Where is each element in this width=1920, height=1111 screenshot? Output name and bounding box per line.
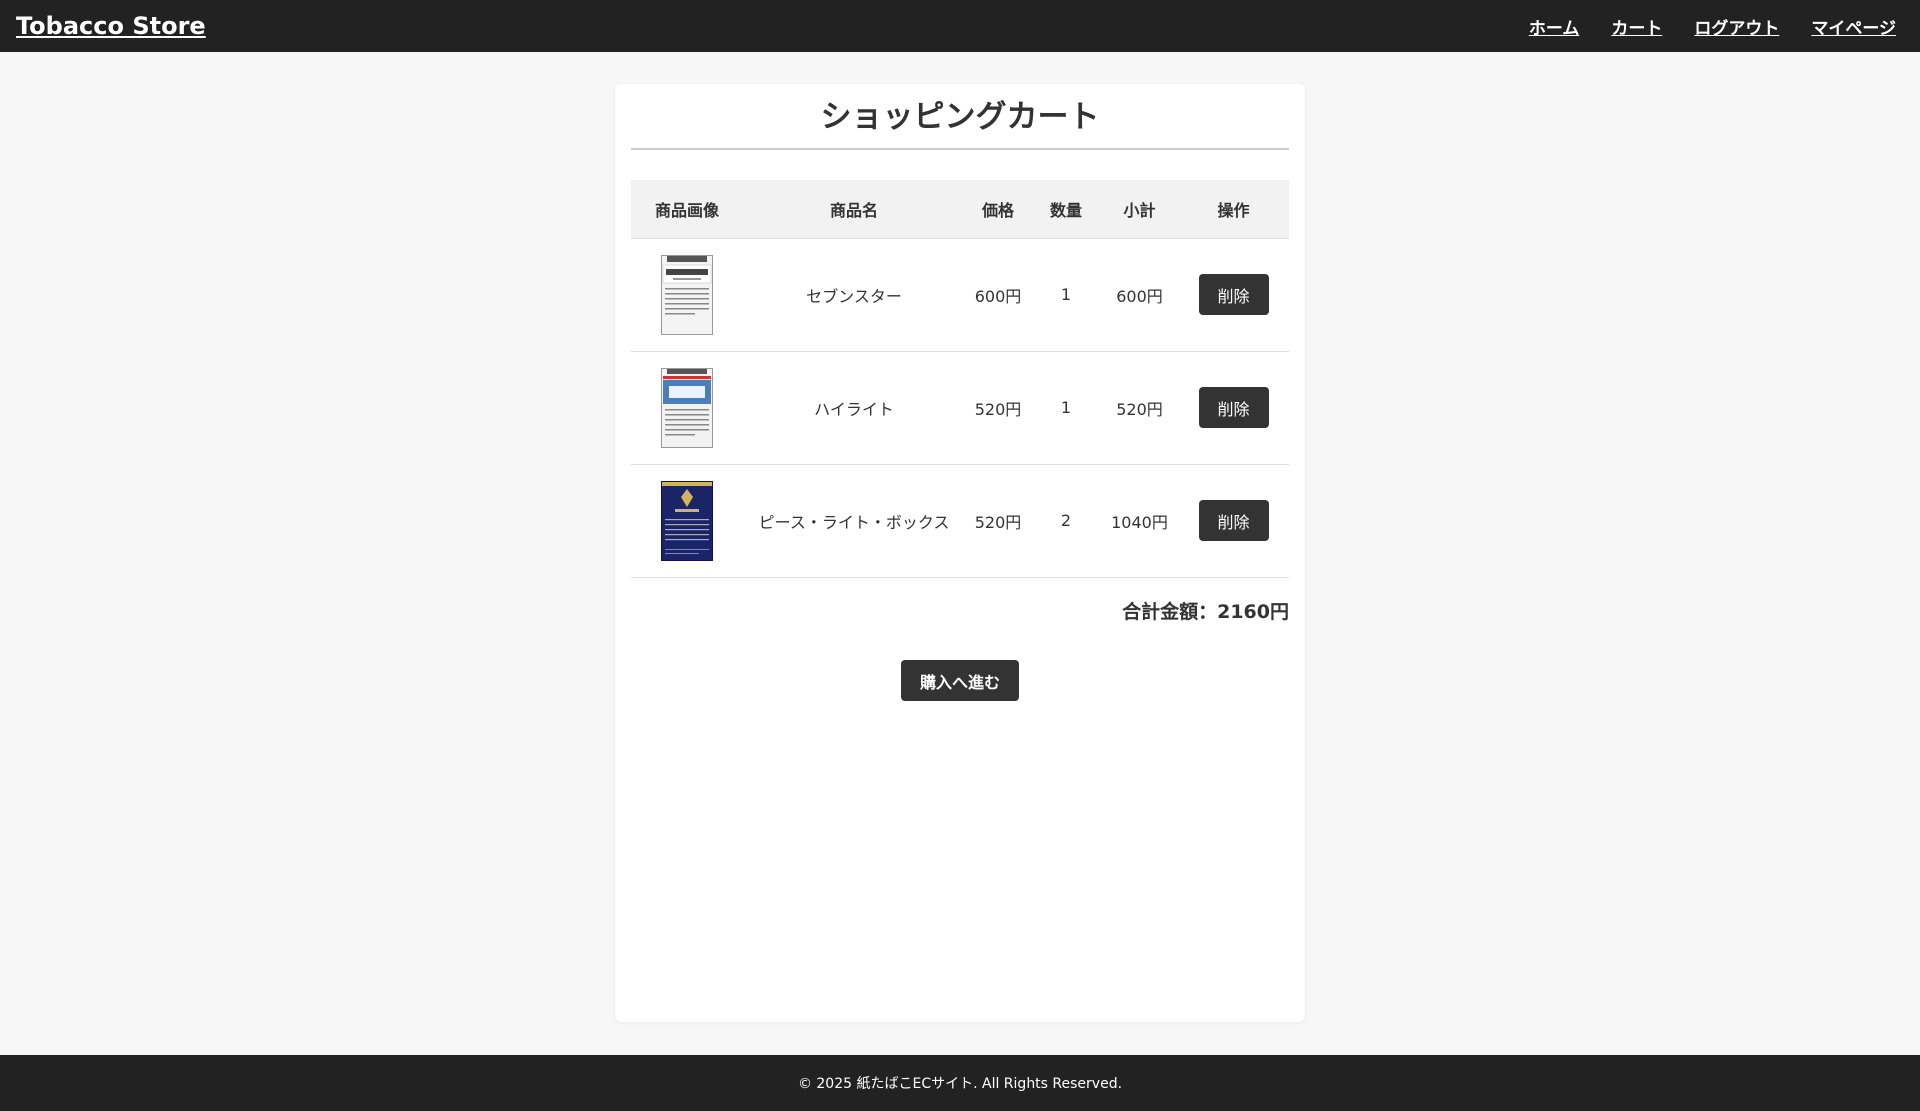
copyright-text: © 2025 紙たばこECサイト. All Rights Reserved. — [797, 1076, 1123, 1092]
hi-lite-pack-image — [661, 367, 713, 448]
cart-table: 商品画像 商品名 価格 数量 小計 操作 セブンスター 600円 1 600円 … — [631, 180, 1289, 578]
item-price: 520円 — [965, 464, 1031, 578]
delete-button[interactable]: 削除 — [1198, 500, 1269, 541]
column-header-image: 商品画像 — [631, 180, 743, 239]
nav-cart-link[interactable]: カート — [1611, 14, 1662, 39]
site-header: Tobacco Store ホーム カート ログアウト マイページ — [0, 0, 1920, 52]
item-quantity: 1 — [1031, 238, 1101, 352]
item-name: ピース・ライト・ボックス — [743, 464, 965, 578]
item-name: ハイライト — [743, 351, 965, 465]
item-subtotal: 1040円 — [1101, 464, 1178, 578]
brand-link[interactable]: Tobacco Store — [16, 12, 206, 40]
nav-logout-link[interactable]: ログアウト — [1694, 14, 1779, 39]
table-row: ピース・ライト・ボックス 520円 2 1040円 削除 — [631, 464, 1289, 578]
table-row: セブンスター 600円 1 600円 削除 — [631, 238, 1289, 352]
item-quantity: 1 — [1031, 351, 1101, 465]
cart-card: ショッピングカート 商品画像 商品名 価格 数量 小計 操作 セブンスター 60… — [615, 84, 1305, 1022]
cart-total: 合計金額：2160円 — [1122, 601, 1289, 623]
nav-mypage-link[interactable]: マイページ — [1811, 14, 1896, 39]
delete-button[interactable]: 削除 — [1198, 274, 1269, 315]
column-header-quantity: 数量 — [1031, 180, 1101, 239]
main-nav: ホーム カート ログアウト マイページ — [1529, 14, 1904, 39]
item-price: 600円 — [965, 238, 1031, 352]
peace-light-box-pack-image — [661, 480, 713, 561]
item-price: 520円 — [965, 351, 1031, 465]
nav-home-link[interactable]: ホーム — [1529, 14, 1580, 39]
checkout-button[interactable]: 購入へ進む — [901, 660, 1019, 701]
item-name: セブンスター — [743, 238, 965, 352]
table-row: ハイライト 520円 1 520円 削除 — [631, 351, 1289, 465]
table-header-row: 商品画像 商品名 価格 数量 小計 操作 — [631, 180, 1289, 239]
seven-stars-pack-image — [661, 254, 713, 335]
column-header-action: 操作 — [1178, 180, 1289, 239]
item-subtotal: 600円 — [1101, 238, 1178, 352]
site-footer: © 2025 紙たばこECサイト. All Rights Reserved. — [0, 1055, 1920, 1111]
item-quantity: 2 — [1031, 464, 1101, 578]
delete-button[interactable]: 削除 — [1198, 387, 1269, 428]
column-header-subtotal: 小計 — [1101, 180, 1178, 239]
item-subtotal: 520円 — [1101, 351, 1178, 465]
page-title: ショッピングカート — [631, 98, 1289, 150]
column-header-price: 価格 — [965, 180, 1031, 239]
column-header-name: 商品名 — [743, 180, 965, 239]
